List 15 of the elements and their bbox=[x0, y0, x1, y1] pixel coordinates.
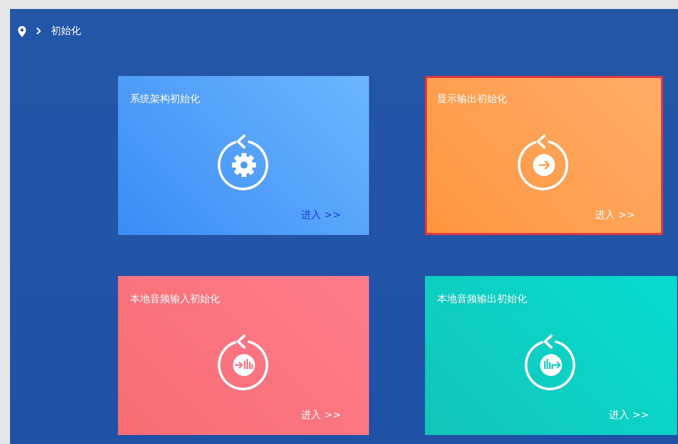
init-card[interactable]: 本地音频输出初始化 进入 >> bbox=[425, 276, 677, 435]
init-card[interactable]: 系统架构初始化 进入 >> bbox=[118, 76, 369, 235]
enter-link[interactable]: 进入 >> bbox=[301, 208, 341, 222]
enter-link[interactable]: 进入 >> bbox=[301, 408, 341, 422]
enter-link[interactable]: 进入 >> bbox=[595, 208, 635, 222]
init-card[interactable]: 本地音频输入初始化 进入 >> bbox=[118, 276, 369, 435]
location-pin-icon bbox=[18, 26, 26, 36]
enter-link[interactable]: 进入 >> bbox=[609, 408, 649, 422]
card-title: 本地音频输入初始化 bbox=[130, 292, 221, 306]
card-title: 显示输出初始化 bbox=[437, 92, 508, 106]
init-card[interactable]: 显示输出初始化 进入 >> bbox=[425, 76, 663, 235]
card-title: 本地音频输出初始化 bbox=[437, 292, 528, 306]
chevron-right-icon bbox=[36, 27, 41, 35]
breadcrumb-item[interactable]: 初始化 bbox=[51, 24, 81, 38]
card-title: 系统架构初始化 bbox=[130, 92, 201, 106]
